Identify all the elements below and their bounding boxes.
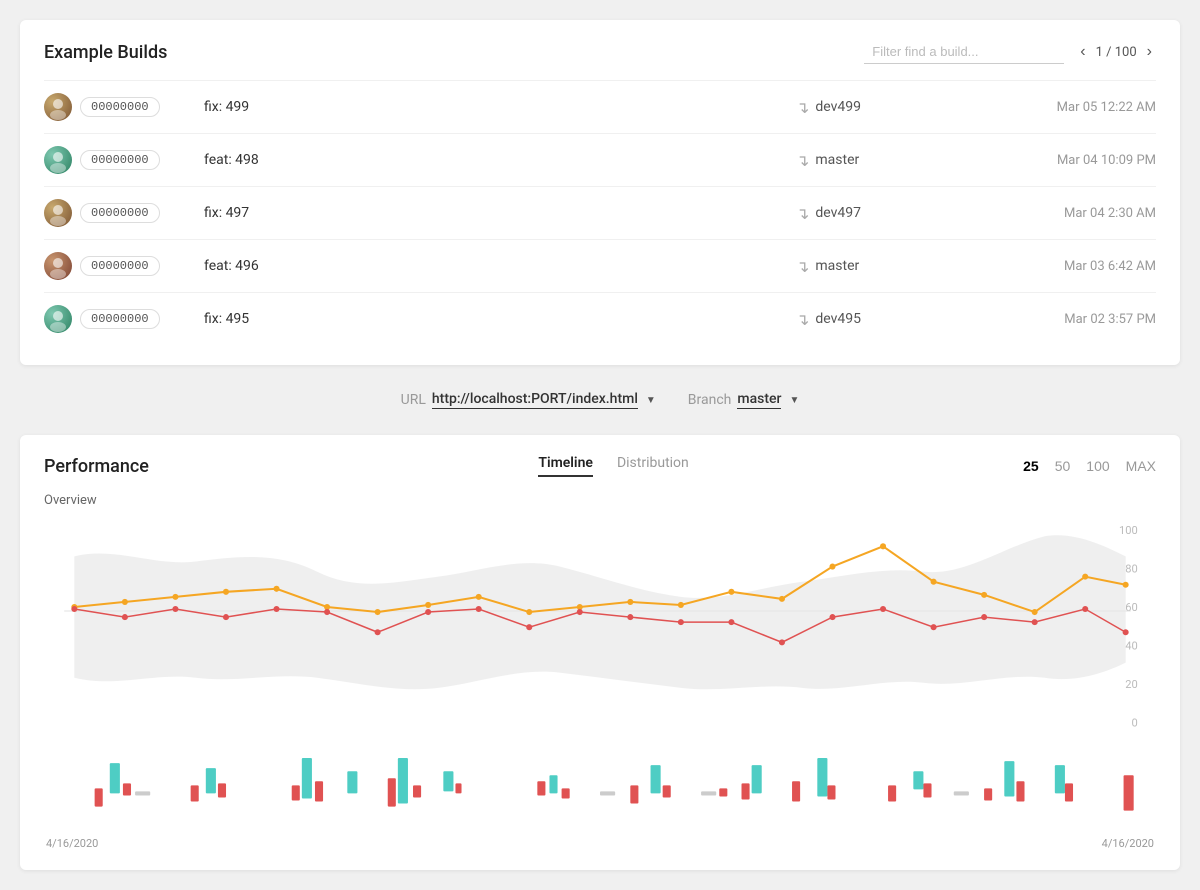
avatar [44,305,72,333]
url-label: URL [401,392,426,408]
branch-selector: Branch master ▼ [688,391,800,409]
branch-icon: ↴ [796,98,809,117]
builds-panel: Example Builds ‹ 1 / 100 › 00000 [20,20,1180,365]
build-date: Mar 04 2:30 AM [976,206,1156,221]
build-date: Mar 04 10:09 PM [976,153,1156,168]
page-count: 1 / 100 [1096,45,1137,60]
build-description: fix: 497 [204,205,796,221]
branch-label: Branch [688,392,732,408]
timeline-chart: 100 80 60 40 20 0 [44,516,1156,749]
build-row[interactable]: 00000000 feat: 498 ↴ master Mar 04 10:09… [44,133,1156,186]
build-id-cell: 00000000 [44,252,204,280]
branch-name: master [815,258,859,274]
build-id: 00000000 [80,203,160,223]
build-branch: ↴ dev495 [796,310,976,329]
url-selector: URL http://localhost:PORT/index.html ▼ [401,391,656,409]
avatar [44,199,72,227]
limit-100[interactable]: 100 [1086,458,1109,474]
branch-name: master [815,152,859,168]
svg-text:0: 0 [1132,716,1138,729]
branch-dropdown-icon[interactable]: ▼ [789,395,799,406]
branch-name: dev497 [815,205,861,221]
url-value[interactable]: http://localhost:PORT/index.html [432,391,638,409]
build-id-cell: 00000000 [44,305,204,333]
svg-text:80: 80 [1125,563,1138,576]
builds-title: Example Builds [44,42,167,63]
build-date: Mar 03 6:42 AM [976,259,1156,274]
builds-list: 00000000 fix: 499 ↴ dev499 Mar 05 12:22 … [44,80,1156,345]
build-row[interactable]: 00000000 fix: 499 ↴ dev499 Mar 05 12:22 … [44,80,1156,133]
next-page-button[interactable]: › [1143,44,1156,60]
svg-text:100: 100 [1119,524,1138,537]
bar-chart [44,753,1156,834]
tab-timeline[interactable]: Timeline [538,455,593,477]
pagination: ‹ 1 / 100 › [1076,44,1156,60]
build-row[interactable]: 00000000 fix: 497 ↴ dev497 Mar 04 2:30 A… [44,186,1156,239]
build-id: 00000000 [80,309,160,329]
build-description: fix: 499 [204,99,796,115]
branch-name: dev495 [815,311,861,327]
prev-page-button[interactable]: ‹ [1076,44,1089,60]
branch-value[interactable]: master [737,391,781,409]
performance-tabs: Timeline Distribution [204,455,1023,477]
avatar [44,146,72,174]
build-id-cell: 00000000 [44,93,204,121]
limit-25[interactable]: 25 [1023,458,1039,474]
svg-text:60: 60 [1125,601,1138,614]
branch-name: dev499 [815,99,861,115]
builds-header: Example Builds ‹ 1 / 100 › [44,40,1156,64]
svg-text:40: 40 [1125,639,1138,652]
performance-header: Performance Timeline Distribution 25 50 … [44,455,1156,477]
branch-icon: ↴ [796,151,809,170]
chart-dates: 4/16/2020 4/16/2020 [44,837,1156,850]
build-description: feat: 496 [204,258,796,274]
performance-panel: Performance Timeline Distribution 25 50 … [20,435,1180,870]
build-date: Mar 05 12:22 AM [976,100,1156,115]
svg-text:20: 20 [1125,678,1138,691]
build-date: Mar 02 3:57 PM [976,312,1156,327]
build-description: fix: 495 [204,311,796,327]
limit-max[interactable]: MAX [1126,458,1156,474]
branch-icon: ↴ [796,310,809,329]
build-branch: ↴ dev497 [796,204,976,223]
avatar [44,93,72,121]
build-id-cell: 00000000 [44,146,204,174]
performance-title: Performance [44,456,204,477]
build-row[interactable]: 00000000 fix: 495 ↴ dev495 Mar 02 3:57 P… [44,292,1156,345]
build-description: feat: 498 [204,152,796,168]
selector-bar: URL http://localhost:PORT/index.html ▼ B… [20,381,1180,419]
build-branch: ↴ master [796,151,976,170]
build-branch: ↴ dev499 [796,98,976,117]
limit-50[interactable]: 50 [1055,458,1071,474]
build-id: 00000000 [80,256,160,276]
builds-header-right: ‹ 1 / 100 › [864,40,1156,64]
branch-icon: ↴ [796,204,809,223]
build-branch: ↴ master [796,257,976,276]
overview-label: Overview [44,493,1156,508]
branch-icon: ↴ [796,257,809,276]
url-dropdown-icon[interactable]: ▼ [646,395,656,406]
date-left: 4/16/2020 [46,837,98,850]
build-id: 00000000 [80,97,160,117]
build-id-cell: 00000000 [44,199,204,227]
chart-container: 100 80 60 40 20 0 [44,516,1156,850]
build-id: 00000000 [80,150,160,170]
tab-distribution[interactable]: Distribution [617,455,689,477]
build-row[interactable]: 00000000 feat: 496 ↴ master Mar 03 6:42 … [44,239,1156,292]
filter-input[interactable] [864,40,1064,64]
date-right: 4/16/2020 [1102,837,1154,850]
avatar [44,252,72,280]
performance-limits: 25 50 100 MAX [1023,458,1156,474]
